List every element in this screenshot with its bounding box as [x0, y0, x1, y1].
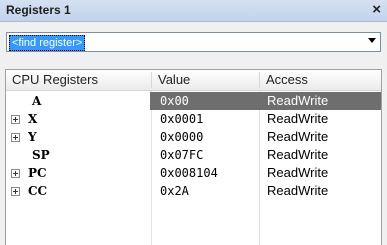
register-value[interactable]: 0x2A: [154, 182, 254, 200]
register-name: X: [28, 112, 38, 126]
column-header-value[interactable]: Value: [152, 70, 258, 90]
register-name: CC: [28, 184, 48, 198]
register-name-cell: Y: [6, 128, 150, 146]
expand-plus-icon[interactable]: [11, 169, 20, 178]
register-value[interactable]: 0x0000: [154, 128, 254, 146]
register-row-sp[interactable]: SP 0x07FC ReadWrite: [6, 146, 381, 164]
find-register-input[interactable]: <find register>: [9, 35, 86, 51]
expand-plus-icon[interactable]: [11, 187, 20, 196]
register-name: Y: [28, 130, 37, 144]
register-value[interactable]: 0x0001: [154, 110, 254, 128]
window-title: Registers 1: [6, 3, 71, 17]
registers-grid: CPU Registers Value Access A 0x00 ReadWrit…: [5, 69, 382, 245]
register-access: ReadWrite: [267, 93, 329, 108]
close-icon[interactable]: ×: [372, 1, 381, 19]
register-row-y[interactable]: Y 0x0000 ReadWrite: [6, 128, 381, 146]
register-row-x[interactable]: X 0x0001 ReadWrite: [6, 110, 381, 128]
register-row-a[interactable]: A 0x00 ReadWrite: [6, 92, 381, 110]
register-access: ReadWrite: [267, 183, 329, 198]
column-header-cpu-registers[interactable]: CPU Registers: [6, 70, 150, 90]
expand-plus-icon[interactable]: [11, 133, 20, 142]
register-access: ReadWrite: [267, 111, 329, 126]
register-value[interactable]: 0x07FC: [154, 146, 254, 164]
register-access: ReadWrite: [267, 129, 329, 144]
expand-plus-icon[interactable]: [11, 115, 20, 124]
register-row-pc[interactable]: PC 0x008104 ReadWrite: [6, 164, 381, 182]
register-name: A: [32, 94, 42, 108]
column-header-access[interactable]: Access: [260, 70, 380, 90]
register-name-cell: SP: [6, 146, 150, 164]
register-access: ReadWrite: [267, 147, 329, 162]
registers-panel: Registers 1 × <find register> CPU Regist…: [0, 0, 387, 245]
grid-header: CPU Registers Value Access: [6, 70, 381, 91]
register-name: PC: [28, 166, 47, 180]
register-value[interactable]: 0x00: [154, 92, 254, 110]
register-row-cc[interactable]: CC 0x2A ReadWrite: [6, 182, 381, 200]
register-name: SP: [32, 148, 50, 162]
find-register-combobox[interactable]: <find register>: [6, 32, 381, 52]
register-value[interactable]: 0x008104: [154, 164, 254, 182]
register-name-cell: CC: [6, 182, 150, 200]
dropdown-arrow-icon[interactable]: [368, 38, 376, 43]
register-name-cell: PC: [6, 164, 150, 182]
register-access: ReadWrite: [267, 165, 329, 180]
register-name-cell: A: [6, 92, 150, 110]
register-name-cell: X: [6, 110, 150, 128]
title-bar[interactable]: Registers 1 ×: [0, 0, 387, 22]
